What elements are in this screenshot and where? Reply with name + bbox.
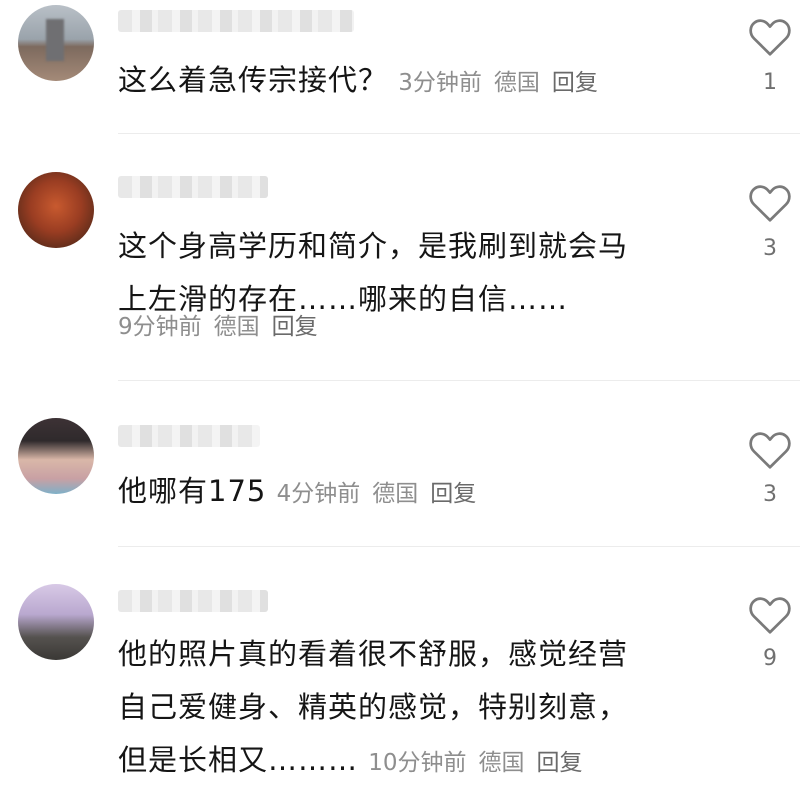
comment-meta: 9分钟前 德国 回复 xyxy=(118,312,330,342)
comment-meta: 10分钟前 德国 回复 xyxy=(368,750,594,776)
heart-outline-icon[interactable] xyxy=(748,17,792,57)
location: 德国 xyxy=(493,70,540,96)
like-count: 1 xyxy=(763,70,777,95)
reply-button[interactable]: 回复 xyxy=(552,70,598,96)
heart-outline-icon[interactable] xyxy=(748,183,792,223)
like-count: 3 xyxy=(763,236,777,261)
avatar[interactable] xyxy=(18,584,94,660)
comment-text: 这个身高学历和简介，是我刷到就会马 上左滑的存在……哪来的自信…… xyxy=(118,229,629,316)
username-blurred[interactable] xyxy=(118,176,268,198)
avatar[interactable] xyxy=(18,172,94,248)
comment-meta: 4分钟前 德国 回复 xyxy=(277,481,489,507)
comment-meta: 3分钟前 德国 回复 xyxy=(398,70,610,96)
username-blurred[interactable] xyxy=(118,425,260,447)
timestamp: 4分钟前 xyxy=(276,481,361,507)
like-count: 9 xyxy=(763,646,777,671)
location: 德国 xyxy=(213,314,260,340)
heart-outline-icon[interactable] xyxy=(748,430,792,470)
reply-button[interactable]: 回复 xyxy=(537,750,583,776)
like-count: 3 xyxy=(763,482,777,507)
timestamp: 9分钟前 xyxy=(118,314,202,340)
heart-outline-icon[interactable] xyxy=(748,595,792,635)
divider xyxy=(118,546,800,547)
username-blurred[interactable] xyxy=(118,590,268,612)
comment-text: 他的照片真的看着很不舒服，感觉经营 自己爱健身、精英的感觉，特别刻意， 但是长相… xyxy=(118,637,629,777)
timestamp: 3分钟前 xyxy=(398,70,482,96)
comment-text: 这么着急传宗接代？ 3分钟前 德国 回复 xyxy=(118,54,728,110)
comment-text: 他哪有175 4分钟前 德国 回复 xyxy=(118,465,728,521)
divider xyxy=(118,133,800,134)
reply-button[interactable]: 回复 xyxy=(430,481,476,507)
username-blurred[interactable] xyxy=(118,10,354,32)
timestamp: 10分钟前 xyxy=(368,750,467,776)
location: 德国 xyxy=(372,481,419,507)
avatar[interactable] xyxy=(18,418,94,494)
avatar[interactable] xyxy=(18,5,94,81)
reply-button[interactable]: 回复 xyxy=(272,314,318,340)
divider xyxy=(118,380,800,381)
location: 德国 xyxy=(478,750,525,776)
